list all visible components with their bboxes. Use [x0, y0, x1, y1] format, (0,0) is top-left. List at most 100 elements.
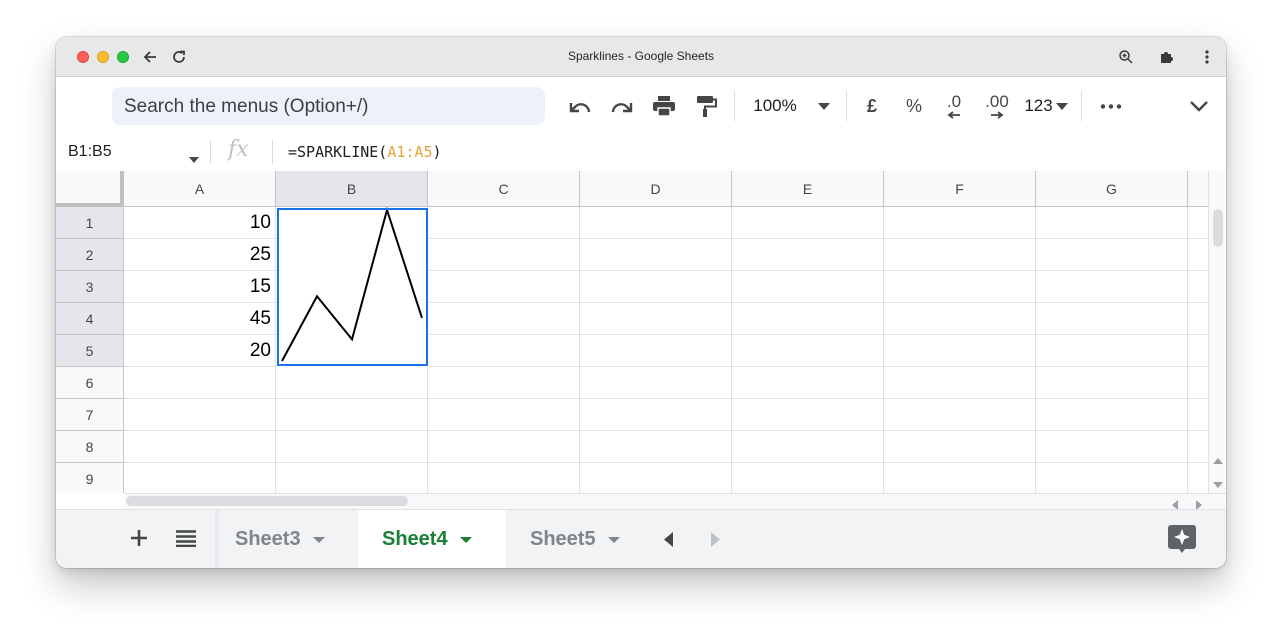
grid-cell[interactable]: [732, 239, 884, 271]
grid-cell[interactable]: [1036, 367, 1188, 399]
grid-cell[interactable]: [1036, 303, 1188, 335]
grid-cell[interactable]: [884, 399, 1036, 431]
chevron-down-icon[interactable]: [312, 536, 325, 543]
horizontal-scrollbar[interactable]: [124, 493, 1226, 510]
grid-cell[interactable]: [884, 335, 1036, 367]
scroll-tabs-left-icon[interactable]: [664, 532, 673, 552]
grid-cell[interactable]: [1188, 335, 1208, 367]
column-header-c[interactable]: C: [428, 171, 580, 207]
row-header-3[interactable]: 3: [56, 271, 124, 303]
sheet-tab-sheet5[interactable]: Sheet5: [514, 510, 644, 568]
scroll-down-icon[interactable]: [1213, 475, 1223, 493]
column-header-h[interactable]: [1188, 171, 1208, 207]
grid-cell[interactable]: [732, 335, 884, 367]
grid-cell[interactable]: [276, 367, 428, 399]
row-header-1[interactable]: 1: [56, 207, 124, 239]
collapse-toolbar-icon[interactable]: [1186, 91, 1212, 121]
grid-cell[interactable]: [732, 431, 884, 463]
grid-cell[interactable]: [1036, 399, 1188, 431]
chevron-down-icon[interactable]: [459, 536, 472, 543]
grid-cell[interactable]: [1188, 463, 1208, 493]
grid-cell[interactable]: [1036, 271, 1188, 303]
grid-cell[interactable]: [428, 239, 580, 271]
column-header-b[interactable]: B: [276, 171, 428, 207]
sheet-tab-sheet3[interactable]: Sheet3: [221, 510, 351, 568]
cell-a1[interactable]: 10: [124, 207, 276, 239]
grid-cell[interactable]: [732, 207, 884, 239]
row-header-5[interactable]: 5: [56, 335, 124, 367]
grid-cell[interactable]: [580, 271, 732, 303]
name-box-chevron-down-icon[interactable]: [189, 150, 199, 168]
scroll-tabs-right-icon[interactable]: [711, 532, 720, 552]
all-sheets-icon[interactable]: [176, 530, 196, 552]
redo-icon[interactable]: [606, 91, 638, 121]
grid-cell[interactable]: [1036, 431, 1188, 463]
grid-cell[interactable]: [732, 271, 884, 303]
grid-cell[interactable]: [1188, 207, 1208, 239]
extensions-icon[interactable]: [1156, 47, 1176, 67]
grid-cell[interactable]: [428, 207, 580, 239]
select-all-corner[interactable]: [56, 171, 124, 207]
grid-cell[interactable]: [1188, 431, 1208, 463]
grid-cell[interactable]: [1036, 239, 1188, 271]
grid-cell[interactable]: [428, 303, 580, 335]
grid-cell[interactable]: [1188, 303, 1208, 335]
scroll-up-icon[interactable]: [1213, 451, 1223, 469]
increase-decimal-button[interactable]: .00: [980, 91, 1014, 121]
column-header-d[interactable]: D: [580, 171, 732, 207]
grid-cell[interactable]: [276, 431, 428, 463]
horizontal-scroll-thumb[interactable]: [126, 496, 408, 506]
grid-cell[interactable]: [884, 271, 1036, 303]
grid-cell[interactable]: [884, 207, 1036, 239]
grid-cell[interactable]: [884, 303, 1036, 335]
grid-cell[interactable]: [884, 431, 1036, 463]
grid-cell[interactable]: [1188, 239, 1208, 271]
grid-cell[interactable]: [732, 303, 884, 335]
formula-input[interactable]: =SPARKLINE(A1:A5): [288, 143, 442, 161]
row-header-7[interactable]: 7: [56, 399, 124, 431]
zoom-select[interactable]: 100%: [750, 91, 800, 121]
cell-a5[interactable]: 20: [124, 335, 276, 367]
grid-cell[interactable]: [580, 239, 732, 271]
grid-cell[interactable]: [428, 335, 580, 367]
decrease-decimal-button[interactable]: .0: [940, 91, 968, 121]
row-header-2[interactable]: 2: [56, 239, 124, 271]
add-sheet-icon[interactable]: [130, 529, 148, 552]
grid-cell[interactable]: [580, 399, 732, 431]
explore-icon[interactable]: [1167, 524, 1197, 559]
grid-cell[interactable]: [1036, 207, 1188, 239]
sheet-tab-sheet4[interactable]: Sheet4: [358, 510, 506, 568]
grid-cell[interactable]: [124, 399, 276, 431]
column-header-a[interactable]: A: [124, 171, 276, 207]
cell-a4[interactable]: 45: [124, 303, 276, 335]
column-header-f[interactable]: F: [884, 171, 1036, 207]
grid-cell[interactable]: [884, 239, 1036, 271]
grid-cell[interactable]: [428, 399, 580, 431]
grid-cell[interactable]: [124, 367, 276, 399]
more-vert-icon[interactable]: [1197, 47, 1217, 67]
row-header-6[interactable]: 6: [56, 367, 124, 399]
grid-cell[interactable]: [124, 463, 276, 493]
grid-cell[interactable]: [1188, 399, 1208, 431]
search-menus-input[interactable]: Search the menus (Option+/): [112, 87, 545, 125]
column-header-g[interactable]: G: [1036, 171, 1188, 207]
cell-a2[interactable]: 25: [124, 239, 276, 271]
currency-button[interactable]: £: [860, 91, 884, 121]
grid-cell[interactable]: [1036, 463, 1188, 493]
grid-cell[interactable]: [124, 431, 276, 463]
grid-cell[interactable]: [276, 399, 428, 431]
zoom-icon[interactable]: [1116, 47, 1136, 67]
grid-cell[interactable]: [1188, 367, 1208, 399]
chevron-down-icon[interactable]: [607, 536, 620, 543]
grid-cell[interactable]: [276, 463, 428, 493]
paint-format-icon[interactable]: [690, 91, 722, 121]
name-box[interactable]: B1:B5: [68, 143, 112, 161]
grid-cell[interactable]: [580, 303, 732, 335]
vertical-scroll-thumb[interactable]: [1213, 209, 1223, 247]
grid-cell[interactable]: [580, 463, 732, 493]
percent-button[interactable]: %: [902, 91, 926, 121]
row-header-8[interactable]: 8: [56, 431, 124, 463]
grid-cell[interactable]: [884, 463, 1036, 493]
grid-cell[interactable]: [732, 463, 884, 493]
undo-icon[interactable]: [564, 91, 596, 121]
